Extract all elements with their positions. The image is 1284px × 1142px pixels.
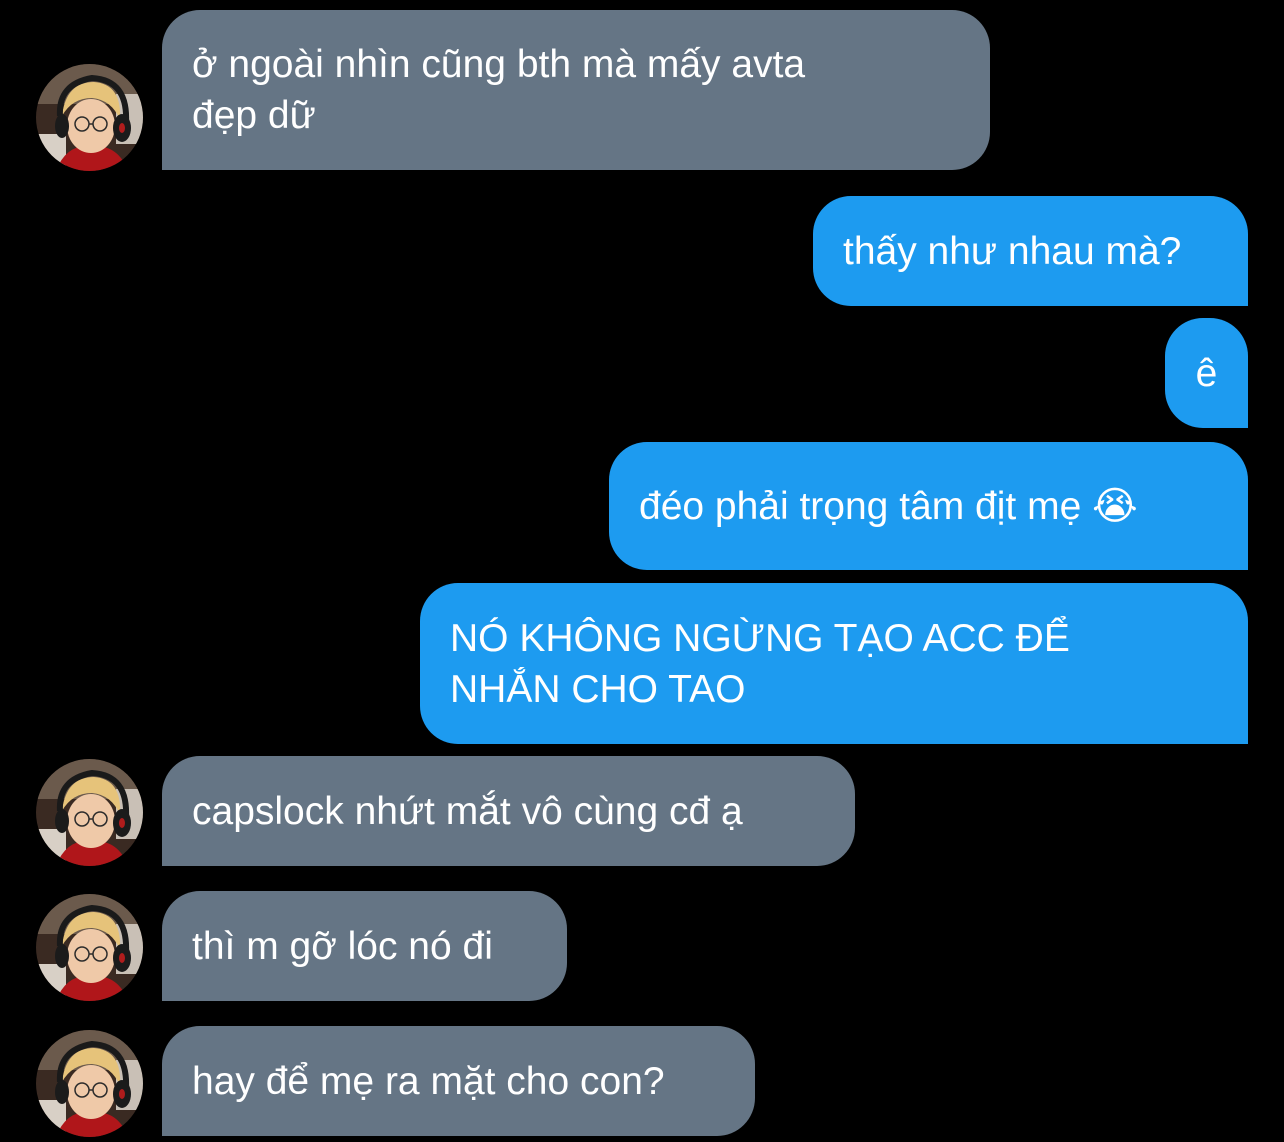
sender-avatar[interactable] bbox=[36, 64, 143, 171]
message-text: đéo phải trọng tâm địt mẹ 😭 bbox=[639, 484, 1138, 528]
message-text: capslock nhứt mắt vô cùng cđ ạ bbox=[192, 789, 743, 833]
message-text: ở ngoài nhìn cũng bth mà mấy avta đẹp dữ bbox=[192, 43, 806, 137]
message-text: thì m gỡ lóc nó đi bbox=[192, 924, 493, 968]
sender-avatar[interactable] bbox=[36, 894, 143, 1001]
message-bubble-outgoing[interactable]: ê bbox=[1165, 318, 1248, 428]
message-bubble-outgoing[interactable]: NÓ KHÔNG NGỪNG TẠO ACC ĐỂ NHẮN CHO TAO bbox=[420, 583, 1248, 744]
message-bubble-incoming[interactable]: ở ngoài nhìn cũng bth mà mấy avta đẹp dữ bbox=[162, 10, 990, 170]
message-bubble-incoming[interactable]: capslock nhứt mắt vô cùng cđ ạ bbox=[162, 756, 855, 866]
message-text: thấy như nhau mà? bbox=[843, 229, 1182, 273]
message-text: ê bbox=[1195, 351, 1218, 395]
sender-avatar[interactable] bbox=[36, 1030, 143, 1137]
message-bubble-outgoing[interactable]: thấy như nhau mà? bbox=[813, 196, 1248, 306]
message-text: NÓ KHÔNG NGỪNG TẠO ACC ĐỂ NHẮN CHO TAO bbox=[450, 616, 1070, 711]
avatar-photo-icon bbox=[36, 1030, 143, 1137]
avatar-photo-icon bbox=[36, 759, 143, 866]
message-bubble-outgoing[interactable]: đéo phải trọng tâm địt mẹ 😭 bbox=[609, 442, 1248, 570]
message-bubble-incoming[interactable]: hay để mẹ ra mặt cho con? bbox=[162, 1026, 755, 1136]
avatar-photo-icon bbox=[36, 64, 143, 171]
message-bubble-incoming[interactable]: thì m gỡ lóc nó đi bbox=[162, 891, 567, 1001]
message-text: hay để mẹ ra mặt cho con? bbox=[192, 1059, 665, 1103]
avatar-photo-icon bbox=[36, 894, 143, 1001]
sender-avatar[interactable] bbox=[36, 759, 143, 866]
